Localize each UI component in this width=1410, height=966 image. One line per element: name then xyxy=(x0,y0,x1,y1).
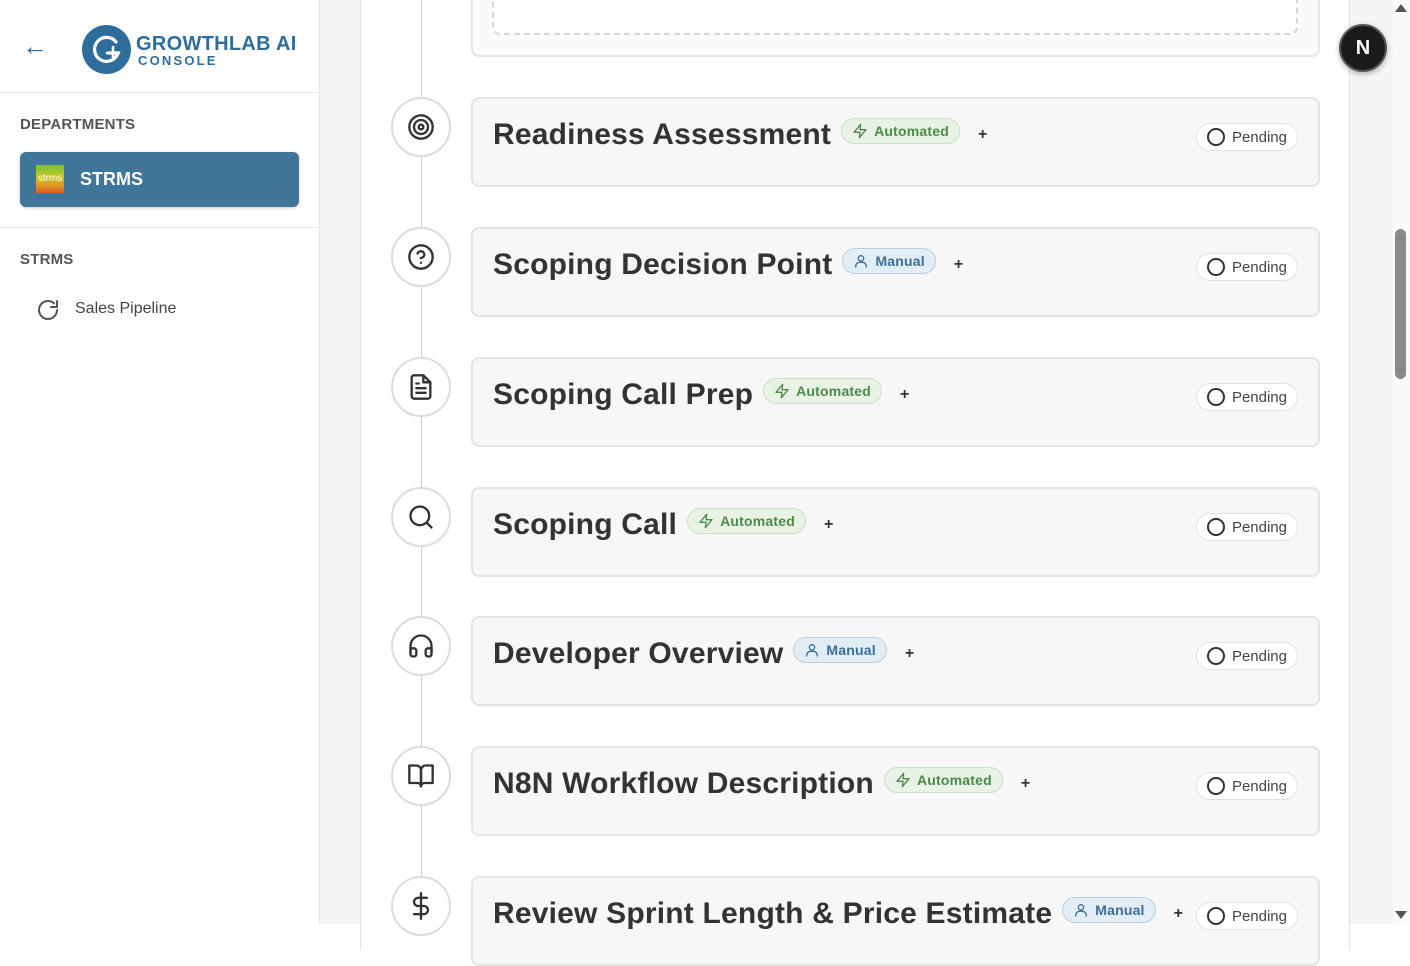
step-card[interactable]: Developer Overview Manual + Pending xyxy=(471,616,1320,706)
user-avatar[interactable]: N xyxy=(1339,24,1387,72)
status-badge[interactable]: Pending xyxy=(1195,642,1298,670)
status-badge[interactable]: Pending xyxy=(1195,123,1298,151)
sidebar: ← GROWTHLAB AI CONSOLE xyxy=(0,0,320,924)
refresh-icon xyxy=(38,300,58,320)
add-button[interactable]: + xyxy=(905,645,915,663)
status-circle-icon xyxy=(1206,518,1225,536)
user-icon xyxy=(806,644,819,657)
step-title: Scoping Call xyxy=(493,508,678,541)
lightning-icon xyxy=(896,772,910,788)
status-badge[interactable]: Pending xyxy=(1195,772,1298,800)
step-card[interactable]: Review Sprint Length & Price Estimate Man… xyxy=(471,876,1320,966)
status-badge[interactable]: Pending xyxy=(1195,902,1298,930)
automated-badge: Automated xyxy=(883,767,1003,794)
lightning-icon xyxy=(775,383,789,399)
status-badge[interactable]: Pending xyxy=(1195,383,1298,411)
department-name: STRMS xyxy=(80,169,143,189)
step-title: N8N Workflow Description xyxy=(493,767,874,800)
lightning-icon xyxy=(853,123,867,139)
dollar-icon xyxy=(391,876,451,936)
status-circle-icon xyxy=(1206,647,1225,665)
add-button[interactable]: + xyxy=(1174,905,1184,923)
departments-heading: DEPARTMENTS xyxy=(20,116,136,133)
headphones-icon xyxy=(391,616,451,676)
manual-badge: Manual xyxy=(1062,897,1156,924)
automated-badge: Automated xyxy=(687,508,807,535)
add-button[interactable]: + xyxy=(978,126,988,144)
add-button[interactable]: + xyxy=(954,256,964,274)
target-icon xyxy=(391,97,451,157)
scrollbar-thumb[interactable] xyxy=(1395,229,1406,379)
status-circle-icon xyxy=(1206,388,1225,406)
scrollbar-track[interactable] xyxy=(1393,0,1410,924)
scroll-down-arrow-icon[interactable] xyxy=(1395,911,1407,919)
step-title: Readiness Assessment xyxy=(493,118,832,151)
step-title: Scoping Call Prep xyxy=(493,378,754,411)
step-title: Developer Overview xyxy=(493,637,784,670)
status-badge[interactable]: Pending xyxy=(1195,253,1298,281)
status-circle-icon xyxy=(1206,128,1225,146)
sidebar-item-label: Sales Pipeline xyxy=(75,300,177,317)
drop-zone[interactable] xyxy=(492,0,1298,35)
step-card[interactable]: N8N Workflow Description Automated + Pendi… xyxy=(471,746,1320,836)
lightning-icon xyxy=(699,513,713,529)
add-button[interactable]: + xyxy=(1021,775,1031,793)
step-card[interactable]: Scoping Call Prep Automated + Pending xyxy=(471,357,1320,447)
sidebar-item-sales-pipeline[interactable]: Sales Pipeline xyxy=(36,296,296,324)
document-icon xyxy=(391,357,451,417)
status-circle-icon xyxy=(1206,907,1225,925)
step-card[interactable]: Scoping Decision Point Manual + Pending xyxy=(471,227,1320,317)
user-icon xyxy=(1075,904,1088,917)
book-open-icon xyxy=(391,746,451,806)
user-icon xyxy=(855,255,868,268)
brand-header: ← GROWTHLAB AI CONSOLE xyxy=(0,0,319,93)
department-logo: strms xyxy=(36,165,64,193)
brand-subtitle: CONSOLE xyxy=(138,53,218,68)
step-card[interactable]: Scoping Call Automated + Pending xyxy=(471,487,1320,577)
status-circle-icon xyxy=(1206,777,1225,795)
scroll-up-arrow-icon[interactable] xyxy=(1395,4,1407,12)
back-arrow-button[interactable]: ← xyxy=(22,30,50,62)
strms-section-heading: STRMS xyxy=(20,251,74,268)
status-circle-icon xyxy=(1206,258,1225,276)
manual-badge: Manual xyxy=(842,248,936,275)
search-icon xyxy=(391,487,451,547)
manual-badge: Manual xyxy=(793,637,887,664)
step-title: Review Sprint Length & Price Estimate xyxy=(493,897,1053,930)
logo-icon xyxy=(82,25,131,74)
add-button[interactable]: + xyxy=(900,386,910,404)
automated-badge: Automated xyxy=(841,118,960,145)
automated-badge: Automated xyxy=(763,378,883,405)
add-button[interactable]: + xyxy=(824,516,834,534)
help-circle-icon xyxy=(391,227,451,287)
step-title: Scoping Decision Point xyxy=(493,248,833,281)
status-badge[interactable]: Pending xyxy=(1195,513,1298,541)
step-card[interactable]: Readiness Assessment Automated + Pending xyxy=(471,97,1320,187)
